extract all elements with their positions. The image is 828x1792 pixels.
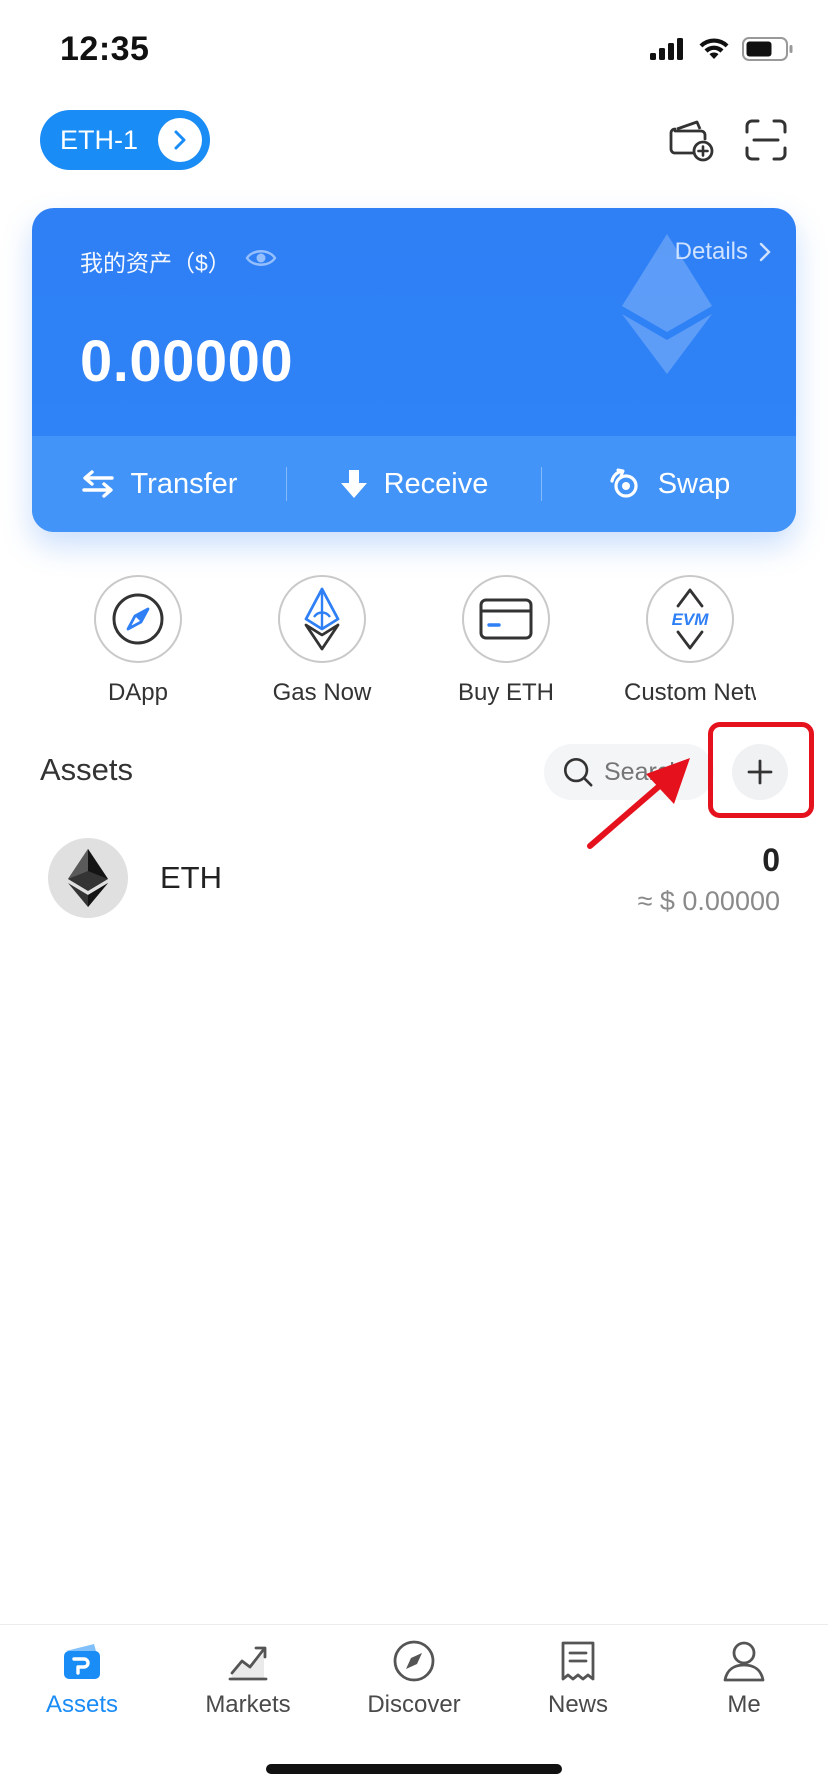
details-link[interactable]: Details [675, 238, 772, 266]
tab-assets-label: Assets [45, 1691, 119, 1718]
buy-eth-label: Buy ETH [457, 679, 555, 706]
news-icon [561, 1641, 595, 1681]
wallet-icon [64, 1644, 100, 1679]
quick-actions: DApp Gas Now Buy ETH EVM Custom Net [0, 575, 828, 715]
balance-card: 我的资产（$） Details 0.00000 Transfer Receive… [32, 208, 796, 532]
swap-label: Swap [657, 467, 731, 500]
status-icons [650, 36, 794, 62]
swap-button[interactable]: Swap [542, 467, 796, 501]
asset-amount: 0 [762, 842, 780, 878]
custom-network-label: Custom Network [624, 679, 756, 706]
transfer-arrows-icon [81, 470, 114, 498]
tab-discover-label: Discover [367, 1691, 461, 1718]
eth-logo-icon [48, 838, 128, 918]
transfer-button[interactable]: Transfer [32, 468, 286, 501]
card-icon [479, 598, 533, 640]
asset-fiat-value: ≈ $ 0.00000 [637, 886, 780, 916]
gas-now-button[interactable]: Gas Now [232, 575, 412, 707]
asset-symbol: ETH [160, 860, 222, 895]
tab-assets[interactable]: Assets [12, 1639, 152, 1719]
receive-button[interactable]: Receive [287, 468, 541, 501]
dapp-label: DApp [107, 679, 169, 706]
tab-markets[interactable]: Markets [178, 1639, 318, 1719]
status-time: 12:35 [60, 30, 150, 68]
annotation-highlight-box [708, 722, 814, 818]
gas-now-label: Gas Now [272, 679, 372, 706]
buy-eth-button[interactable]: Buy ETH [416, 575, 596, 707]
compass-icon [112, 593, 164, 645]
balance-amount: 0.00000 [80, 329, 294, 394]
tab-markets-label: Markets [205, 1691, 291, 1718]
tab-news[interactable]: News [508, 1639, 648, 1719]
asset-row-eth[interactable]: ETH 0 ≈ $ 0.00000 [0, 830, 828, 926]
buy-eth-icon-circle [462, 575, 550, 663]
tab-discover[interactable]: Discover [344, 1639, 484, 1719]
chevron-right-icon [759, 242, 771, 262]
wifi-icon [699, 38, 729, 59]
battery-icon [742, 37, 793, 61]
assets-title: Assets [40, 752, 134, 787]
cellular-signal-icon [650, 38, 683, 60]
tab-me[interactable]: Me [674, 1639, 814, 1719]
dapp-button[interactable]: DApp [48, 575, 228, 707]
chart-icon [228, 1646, 268, 1681]
custom-network-icon-circle: EVM [646, 575, 734, 663]
wallet-name: ETH-1 [60, 124, 139, 155]
gas-now-icon-circle [278, 575, 366, 663]
details-label: Details [674, 238, 748, 265]
eye-icon[interactable] [245, 247, 277, 275]
tab-news-label: News [547, 1691, 608, 1718]
gas-ethereum-icon [304, 587, 340, 651]
evm-icon: EVM [672, 588, 710, 650]
dapp-icon-circle [94, 575, 182, 663]
wallet-selector[interactable]: ETH-1 [40, 110, 210, 170]
compass-icon [393, 1640, 435, 1682]
balance-card-top: 我的资产（$） Details 0.00000 [32, 208, 796, 436]
person-icon [723, 1641, 765, 1682]
balance-title: 我的资产（$） [80, 244, 277, 278]
balance-title-text: 我的资产（$） [80, 250, 231, 276]
transfer-label: Transfer [130, 467, 238, 500]
status-bar: 12:35 [0, 0, 828, 100]
tab-me-label: Me [727, 1691, 761, 1718]
balance-card-actions: Transfer Receive Swap [32, 436, 796, 532]
swap-icon [610, 468, 638, 498]
receive-label: Receive [383, 467, 489, 500]
download-arrow-icon [340, 470, 367, 498]
scan-icon[interactable] [742, 116, 790, 164]
svg-text:EVM: EVM [672, 610, 710, 629]
custom-network-button[interactable]: EVM Custom Network [600, 575, 780, 707]
home-indicator [266, 1764, 562, 1774]
chevron-right-icon [158, 118, 202, 162]
wallet-add-icon[interactable] [668, 116, 716, 164]
